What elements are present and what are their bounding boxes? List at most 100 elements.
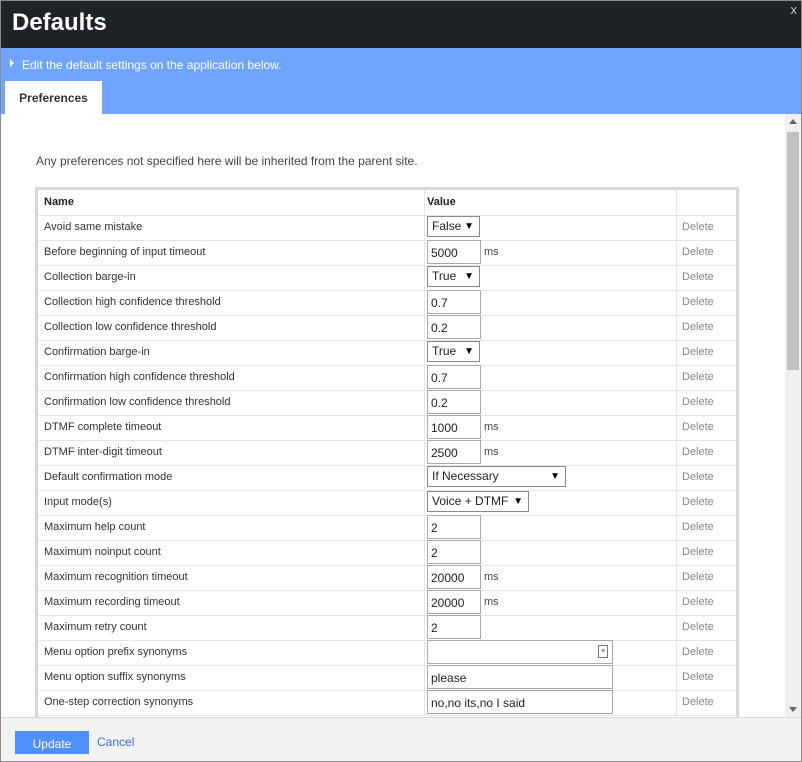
column-divider: [676, 665, 677, 690]
column-divider: [676, 290, 677, 315]
expand-arrow-icon[interactable]: [10, 59, 14, 67]
table-row: DTMF inter-digit timeout 2500 ms Delete: [38, 440, 736, 466]
scrollbar-thumb[interactable]: [787, 132, 799, 370]
preference-input[interactable]: please: [427, 665, 613, 689]
delete-link[interactable]: Delete: [682, 646, 714, 658]
delete-link[interactable]: Delete: [682, 321, 714, 333]
column-divider: [676, 240, 677, 265]
dialog-title: Defaults: [12, 9, 107, 36]
preference-input[interactable]: 0.2: [427, 315, 481, 339]
preference-select[interactable]: Voice + DTMF ▼: [427, 491, 529, 512]
preference-name: Default confirmation mode: [44, 471, 173, 483]
delete-link[interactable]: Delete: [682, 696, 714, 708]
column-header-name: Name: [44, 196, 74, 208]
tab-preferences[interactable]: Preferences: [5, 81, 102, 114]
preference-input[interactable]: 5000: [427, 240, 481, 264]
scroll-down-arrow-icon[interactable]: [789, 707, 797, 712]
delete-link[interactable]: Delete: [682, 421, 714, 433]
table-row: DTMF complete timeout 1000 ms Delete: [38, 415, 736, 441]
delete-link[interactable]: Delete: [682, 446, 714, 458]
column-divider: [676, 540, 677, 565]
preference-input[interactable]: 2500: [427, 440, 481, 464]
table-row: Collection barge-in True ▼ Delete: [38, 265, 736, 291]
preference-input[interactable]: 2: [427, 540, 481, 564]
preference-input[interactable]: [427, 640, 613, 664]
unit-label: ms: [484, 571, 499, 583]
delete-link[interactable]: Delete: [682, 396, 714, 408]
column-divider: [424, 590, 425, 615]
table-header-row: Name Value: [38, 190, 736, 216]
delete-link[interactable]: Delete: [682, 546, 714, 558]
column-divider: [424, 215, 425, 240]
preferences-table: Name Value Avoid same mistake False ▼ Delet…: [35, 187, 739, 717]
column-divider: [424, 240, 425, 265]
update-button[interactable]: Update: [15, 731, 89, 754]
table-row: Maximum recognition timeout 20000 ms Delete: [38, 565, 736, 591]
delete-link[interactable]: Delete: [682, 346, 714, 358]
preference-name: Maximum retry count: [44, 621, 147, 633]
delete-link[interactable]: Delete: [682, 271, 714, 283]
column-divider: [676, 215, 677, 240]
preference-select[interactable]: True ▼: [427, 266, 480, 287]
preference-input[interactable]: 2: [427, 515, 481, 539]
delete-link[interactable]: Delete: [682, 521, 714, 533]
preference-input[interactable]: 1000: [427, 415, 481, 439]
table-row: Maximum help count 2 Delete: [38, 515, 736, 541]
delete-link[interactable]: Delete: [682, 471, 714, 483]
column-divider: [676, 515, 677, 540]
column-divider: [424, 365, 425, 390]
close-icon[interactable]: x: [791, 3, 798, 17]
caret-down-icon: ▼: [464, 221, 474, 232]
column-divider: [424, 390, 425, 415]
delete-link[interactable]: Delete: [682, 246, 714, 258]
vertical-scrollbar[interactable]: [785, 114, 801, 717]
preference-input[interactable]: 2: [427, 615, 481, 639]
column-divider: [424, 265, 425, 290]
column-divider: [676, 590, 677, 615]
unit-label: ms: [484, 246, 499, 258]
column-divider: [676, 265, 677, 290]
preference-select[interactable]: False ▼: [427, 216, 480, 237]
column-divider: [676, 490, 677, 515]
column-divider: [424, 540, 425, 565]
delete-link[interactable]: Delete: [682, 296, 714, 308]
column-divider: [676, 440, 677, 465]
caret-down-icon: ▼: [513, 496, 523, 507]
table-row: Before beginning of input timeout 5000 ms D…: [38, 240, 736, 266]
preference-name: Menu option suffix synonyms: [44, 671, 186, 683]
unit-label: ms: [484, 446, 499, 458]
delete-link[interactable]: Delete: [682, 671, 714, 683]
preference-input[interactable]: no,no its,no I said: [427, 690, 613, 714]
column-divider: [424, 515, 425, 540]
scroll-up-arrow-icon[interactable]: [789, 119, 797, 124]
preference-input[interactable]: 20000: [427, 565, 481, 589]
table-row: Avoid same mistake False ▼ Delete: [38, 215, 736, 241]
column-divider: [424, 190, 425, 215]
select-value: If Necessary: [432, 469, 499, 483]
delete-link[interactable]: Delete: [682, 221, 714, 233]
delete-link[interactable]: Delete: [682, 571, 714, 583]
table-row: One-step correction synonyms no,no its,no…: [38, 690, 736, 716]
preference-name: Collection low confidence threshold: [44, 321, 217, 333]
preference-input[interactable]: 0.7: [427, 365, 481, 389]
list-picker-icon[interactable]: ≡: [598, 645, 608, 658]
preference-name: Input mode(s): [44, 496, 112, 508]
cancel-link[interactable]: Cancel: [97, 735, 134, 749]
delete-link[interactable]: Delete: [682, 621, 714, 633]
table-row: Confirmation barge-in True ▼ Delete: [38, 340, 736, 366]
column-divider: [424, 665, 425, 690]
table-row: Menu option prefix synonyms ≡ Delete: [38, 640, 736, 666]
delete-link[interactable]: Delete: [682, 371, 714, 383]
preference-input[interactable]: 0.2: [427, 390, 481, 414]
preference-input[interactable]: 20000: [427, 590, 481, 614]
preference-select[interactable]: True ▼: [427, 341, 480, 362]
unit-label: ms: [484, 421, 499, 433]
delete-link[interactable]: Delete: [682, 596, 714, 608]
preference-input[interactable]: 0.7: [427, 290, 481, 314]
preference-select[interactable]: If Necessary ▼: [427, 466, 566, 487]
table-row: Collection low confidence threshold 0.2 De…: [38, 315, 736, 341]
column-divider: [424, 565, 425, 590]
caret-down-icon: ▼: [464, 346, 474, 357]
delete-link[interactable]: Delete: [682, 496, 714, 508]
select-value: True: [432, 344, 457, 358]
